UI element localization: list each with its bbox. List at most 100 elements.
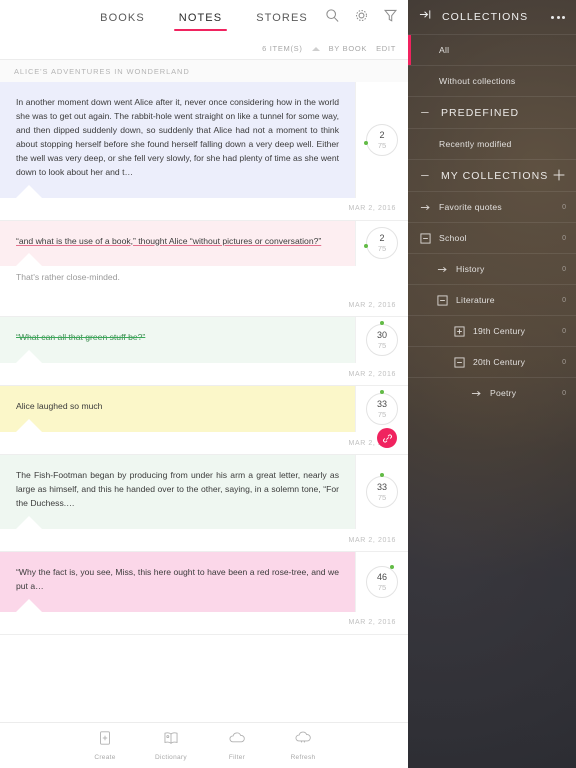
top-navigation: BOOKS NOTES STORES xyxy=(0,0,408,38)
sidebar-item-count: 0 xyxy=(562,234,566,242)
note-footer: MAR 2, 2016 xyxy=(0,428,408,454)
sidebar-item-20th-century[interactable]: 20th Century 0 xyxy=(408,346,576,377)
sidebar-item-count: 0 xyxy=(562,296,566,304)
minus-icon[interactable] xyxy=(419,170,432,181)
toolbar-create-button[interactable]: Create xyxy=(84,730,126,761)
note-footer: MAR 2, 2016 xyxy=(0,294,408,316)
note-highlight-block[interactable]: “Why the fact is, you see, Miss, this he… xyxy=(0,552,355,612)
note-highlight-block[interactable]: “What can all that green stuff be?” xyxy=(0,317,355,364)
collapse-panel-icon[interactable] xyxy=(419,8,432,26)
tab-bar: BOOKS NOTES STORES xyxy=(98,8,310,31)
arrow-right-icon[interactable] xyxy=(436,264,449,275)
note-footer: MAR 2, 2016 xyxy=(0,363,408,385)
sidebar-item-my-collections[interactable]: MY COLLECTIONS xyxy=(408,159,576,191)
notes-list[interactable]: ALICE'S ADVENTURES IN WONDERLAND In anot… xyxy=(0,60,408,722)
sidebar-item-label: PREDEFINED xyxy=(441,106,520,119)
note-date: MAR 2, 2016 xyxy=(348,619,396,627)
tab-stores[interactable]: STORES xyxy=(254,8,310,31)
add-collection-icon[interactable] xyxy=(552,168,566,184)
sidebar-item-count: 0 xyxy=(562,265,566,273)
edit-button[interactable]: EDIT xyxy=(376,44,396,53)
bottom-toolbar: Create Dictionary Filter Refresh xyxy=(0,722,408,768)
note-highlight-block[interactable]: Alice laughed so much xyxy=(0,386,355,433)
note-date: MAR 2, 2016 xyxy=(348,301,396,309)
collapse-box-icon[interactable] xyxy=(436,294,449,306)
more-options-icon[interactable] xyxy=(551,15,565,19)
note-page-total: 75 xyxy=(377,341,387,351)
sidebar-title: COLLECTIONS xyxy=(442,11,529,23)
arrow-right-icon[interactable] xyxy=(419,202,432,213)
sidebar-item-history[interactable]: History 0 xyxy=(408,253,576,284)
sidebar-item-literature[interactable]: Literature 0 xyxy=(408,284,576,315)
sort-direction-icon[interactable] xyxy=(311,46,320,51)
note-page-badge[interactable]: 46 75 xyxy=(355,552,408,612)
note-text: “What can all that green stuff be?” xyxy=(16,332,146,343)
note-notch xyxy=(16,350,42,364)
search-icon[interactable] xyxy=(325,8,340,23)
badge-ring xyxy=(366,123,398,156)
toolbar-label: Filter xyxy=(228,754,246,761)
gear-icon[interactable] xyxy=(354,8,369,23)
arrow-right-icon[interactable] xyxy=(470,388,483,399)
tab-books[interactable]: BOOKS xyxy=(98,8,147,31)
note-highlight-block[interactable]: In another moment down went Alice after … xyxy=(0,82,355,198)
sort-by-button[interactable]: BY BOOK xyxy=(329,44,368,53)
sidebar-item-without-collections[interactable]: Without collections xyxy=(408,65,576,96)
book-title-header: ALICE'S ADVENTURES IN WONDERLAND xyxy=(0,60,408,82)
note-page-badge[interactable]: 33 75 xyxy=(355,455,408,530)
toolbar-dictionary-button[interactable]: Dictionary xyxy=(150,730,192,761)
toolbar-filter-button[interactable]: Filter xyxy=(216,730,258,761)
note-item[interactable]: “What can all that green stuff be?” 30 75 M… xyxy=(0,317,408,387)
expand-box-icon[interactable] xyxy=(453,325,466,337)
list-empty-space xyxy=(0,634,408,697)
collapse-box-icon[interactable] xyxy=(453,356,466,368)
note-item[interactable]: “Why the fact is, you see, Miss, this he… xyxy=(0,552,408,635)
toolbar-refresh-button[interactable]: Refresh xyxy=(282,730,324,761)
note-page-badge[interactable]: 2 75 xyxy=(355,220,408,267)
note-item[interactable]: In another moment down went Alice after … xyxy=(0,82,408,221)
note-item[interactable]: “and what is the use of a book,” thought… xyxy=(0,220,408,318)
sidebar-item-school[interactable]: School 0 xyxy=(408,222,576,253)
note-page-number: 33 xyxy=(376,482,387,493)
note-notch xyxy=(16,516,42,530)
sidebar-item-recently-modified[interactable]: Recently modified xyxy=(408,128,576,159)
cloud-icon xyxy=(228,730,247,751)
note-notch xyxy=(16,253,42,267)
note-text: “and what is the use of a book,” thought… xyxy=(16,235,322,246)
collections-tree: All Without collections PREDEFINED Recently… xyxy=(408,34,576,408)
notes-pane: BOOKS NOTES STORES 6 ITEM(S) BY BOOK EDI… xyxy=(0,0,408,768)
note-notch xyxy=(16,184,42,198)
sidebar-item-predefined[interactable]: PREDEFINED xyxy=(408,96,576,128)
badge-ring xyxy=(366,476,398,509)
note-item[interactable]: Alice laughed so much 33 75 MAR 2, 2016 xyxy=(0,386,408,456)
badge-ring xyxy=(366,324,398,357)
note-page-badge[interactable]: 33 75 xyxy=(355,386,408,433)
tab-notes[interactable]: NOTES xyxy=(173,8,228,31)
sidebar-item-all[interactable]: All xyxy=(408,34,576,65)
note-page-total: 75 xyxy=(377,493,387,503)
collections-sidebar: COLLECTIONS All Without collections PREDEF… xyxy=(408,0,576,768)
note-page-badge[interactable]: 30 75 xyxy=(355,317,408,364)
minus-icon[interactable] xyxy=(419,107,432,118)
filter-icon[interactable] xyxy=(383,8,398,23)
note-page-total: 75 xyxy=(377,140,387,150)
collapse-box-icon[interactable] xyxy=(419,232,432,244)
sidebar-item-favorite-quotes[interactable]: Favorite quotes 0 xyxy=(408,191,576,222)
sidebar-item-poetry[interactable]: Poetry 0 xyxy=(408,377,576,408)
list-options-bar: 6 ITEM(S) BY BOOK EDIT xyxy=(0,38,408,60)
top-icon-group xyxy=(325,8,398,23)
sidebar-item-count: 0 xyxy=(562,389,566,397)
note-notch xyxy=(16,419,42,433)
note-highlight-block[interactable]: “and what is the use of a book,” thought… xyxy=(0,220,355,267)
note-item[interactable]: The Fish-Footman began by producing from… xyxy=(0,455,408,553)
sidebar-item-19th-century[interactable]: 19th Century 0 xyxy=(408,315,576,346)
sidebar-item-label: Without collections xyxy=(439,76,516,86)
sidebar-item-label: 19th Century xyxy=(473,326,526,336)
badge-ring xyxy=(366,393,398,426)
note-page-badge[interactable]: 2 75 xyxy=(355,82,408,198)
note-page-number: 2 xyxy=(379,129,385,140)
note-text: In another moment down went Alice after … xyxy=(16,97,339,177)
note-highlight-block[interactable]: The Fish-Footman began by producing from… xyxy=(0,455,355,530)
dictionary-icon xyxy=(162,730,180,751)
app-root: BOOKS NOTES STORES 6 ITEM(S) BY BOOK EDI… xyxy=(0,0,576,768)
